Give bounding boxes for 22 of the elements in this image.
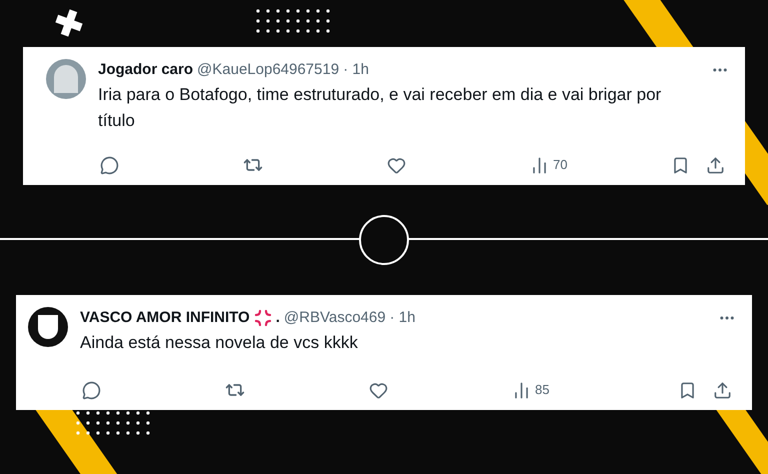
reply-icon[interactable] — [82, 380, 101, 400]
like-icon[interactable] — [369, 380, 388, 400]
views-icon[interactable] — [512, 380, 531, 400]
display-name[interactable]: Jogador caro — [98, 59, 194, 82]
views-icon[interactable] — [530, 156, 549, 174]
post-time[interactable]: · 1h — [390, 307, 416, 330]
avatar[interactable] — [28, 307, 68, 347]
tweet-text: Ainda está nessa novela de vcs kkkk — [80, 332, 359, 354]
user-handle[interactable]: @RBVasco469 — [284, 307, 386, 330]
name-suffix: . — [276, 308, 280, 328]
post-time[interactable]: · 1h — [343, 59, 369, 82]
reply-icon[interactable] — [100, 156, 119, 174]
views-count: 70 — [553, 156, 568, 174]
display-name[interactable]: VASCO AMOR INFINITO — [80, 307, 250, 330]
views-count: 85 — [535, 381, 550, 400]
bookmark-icon[interactable] — [671, 156, 690, 174]
user-handle[interactable]: @KaueLop64967519 — [197, 59, 340, 82]
tweet-text: Iria para o Botafogo, time estruturado, e vai receber em dia e vai brigar por título — [98, 84, 662, 132]
like-icon[interactable] — [387, 156, 406, 174]
bookmark-icon[interactable] — [678, 380, 697, 400]
share-icon[interactable] — [713, 380, 732, 400]
share-icon[interactable] — [706, 156, 725, 174]
